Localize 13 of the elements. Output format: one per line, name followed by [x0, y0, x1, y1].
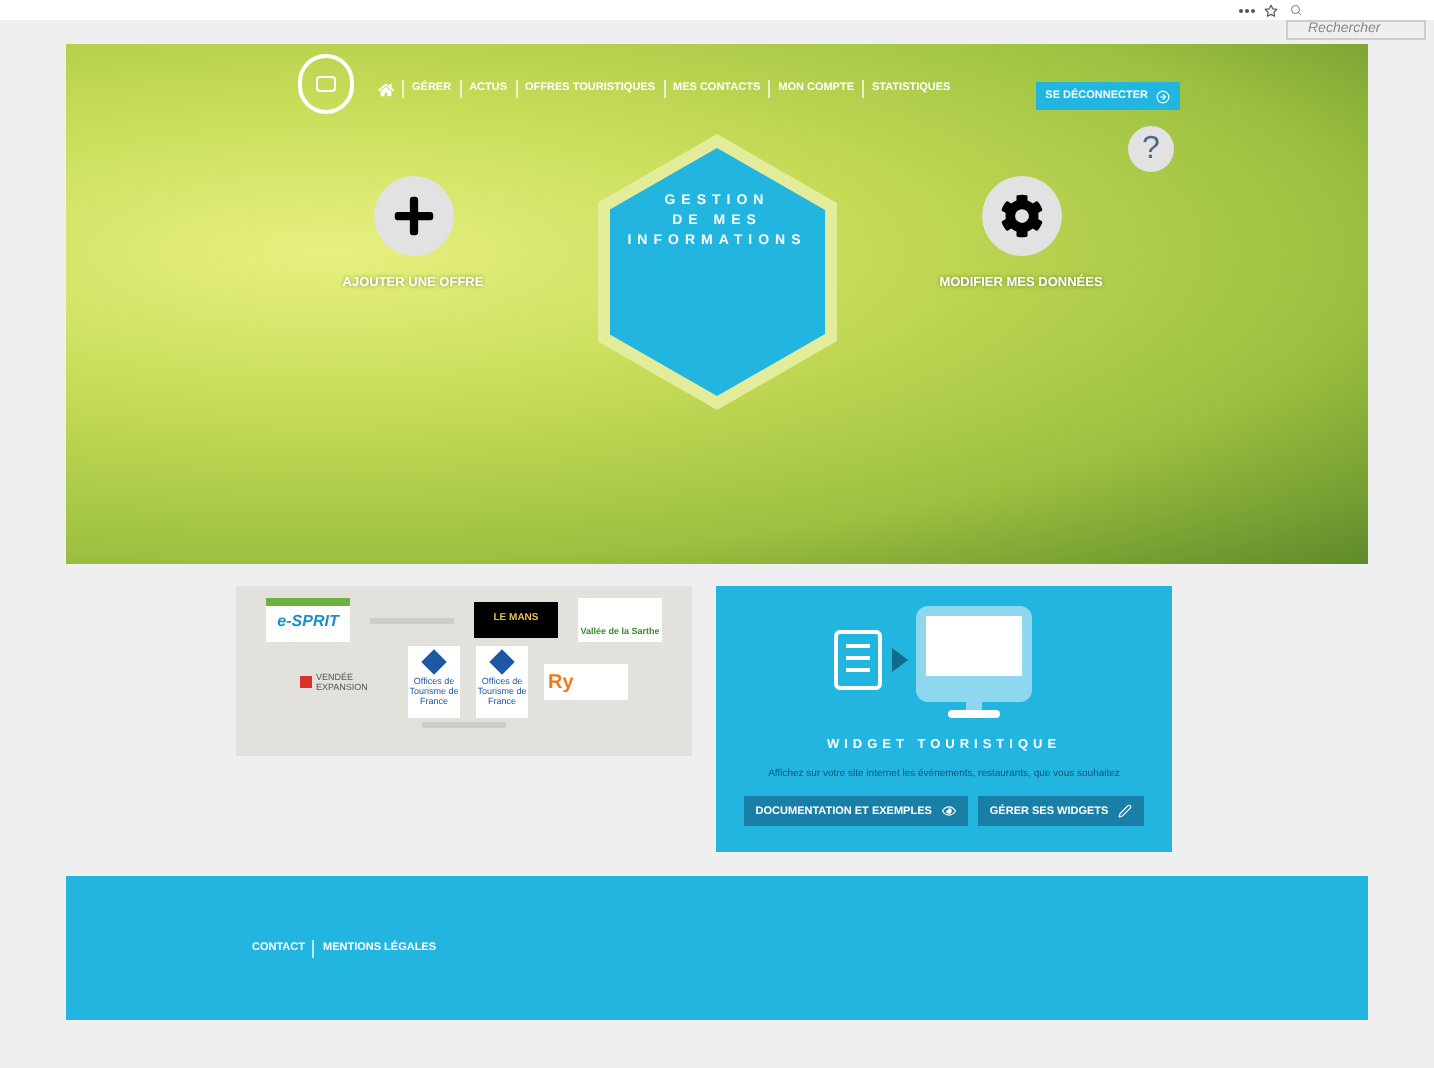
- help-button[interactable]: ?: [1128, 126, 1174, 172]
- gear-icon: [999, 194, 1043, 238]
- search-icon: [1290, 4, 1302, 16]
- add-button[interactable]: [373, 176, 453, 256]
- star-icon[interactable]: [1264, 3, 1278, 17]
- plus-icon: [391, 194, 435, 238]
- partner-logo: Ry: [544, 664, 628, 700]
- settings-button[interactable]: [981, 176, 1061, 256]
- more-icon[interactable]: [1238, 7, 1256, 13]
- arrow-circle-icon: [1156, 89, 1170, 103]
- partner-logo: e-SPRIT: [266, 598, 350, 642]
- pencil-icon: [1118, 804, 1133, 819]
- eye-icon: [941, 804, 956, 819]
